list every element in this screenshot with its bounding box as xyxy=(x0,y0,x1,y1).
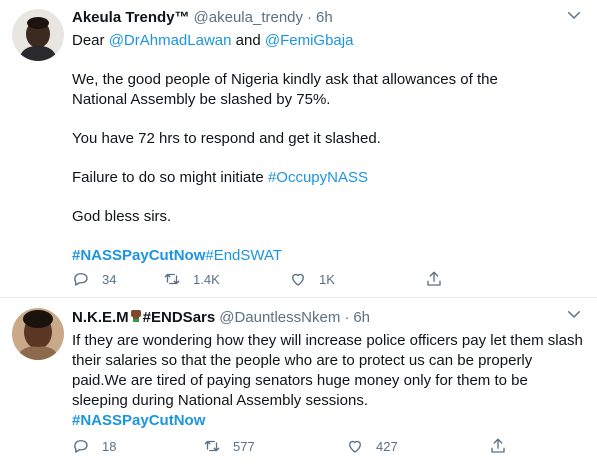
tweet-actions: 18 577 427 xyxy=(72,437,507,455)
retweet-icon xyxy=(164,273,180,285)
tweet-timestamp[interactable]: 6h xyxy=(353,308,370,328)
retweet-button[interactable]: 577 xyxy=(203,437,346,455)
reply-count: 34 xyxy=(102,271,117,287)
text-segment: Dear xyxy=(72,32,109,49)
separator-dot: · xyxy=(344,309,350,326)
share-icon xyxy=(427,271,441,286)
timeline-feed: Akeula Trendy™ @akeula_trendy · 6h Dear … xyxy=(0,0,597,468)
like-button[interactable]: 427 xyxy=(346,437,489,455)
tweet-timestamp[interactable]: 6h xyxy=(316,8,333,28)
tweet-paragraph: We, the good people of Nigeria kindly as… xyxy=(72,71,498,108)
raised-fist-emoji-icon xyxy=(129,307,143,329)
hashtag-link[interactable]: #EndSWAT xyxy=(205,247,282,264)
heart-icon xyxy=(292,273,304,286)
heart-icon xyxy=(349,440,361,453)
retweet-icon xyxy=(204,440,220,452)
tweet-text: If they are wondering how they will incr… xyxy=(72,331,587,431)
share-button[interactable] xyxy=(425,270,443,288)
author-name[interactable]: N.K.E.M xyxy=(72,308,129,328)
chevron-down-icon[interactable] xyxy=(565,305,583,323)
tweet-body: N.K.E.M #ENDSars @DauntlessNkem · 6h If … xyxy=(72,307,587,431)
author-name[interactable]: Akeula Trendy™ xyxy=(72,8,190,28)
author-name-suffix[interactable]: #ENDSars xyxy=(143,308,216,328)
tweet[interactable]: N.K.E.M #ENDSars @DauntlessNkem · 6h If … xyxy=(0,299,597,468)
reply-button[interactable]: 18 xyxy=(72,437,203,455)
share-icon xyxy=(491,438,505,453)
tweet-header: N.K.E.M #ENDSars @DauntlessNkem · 6h xyxy=(72,307,587,329)
tweet-paragraph: God bless sirs. xyxy=(72,208,172,225)
retweet-button[interactable]: 1.4K xyxy=(163,270,289,288)
tweet-text: Dear @DrAhmadLawan and @FemiGbaja We, th… xyxy=(72,31,572,266)
avatar[interactable] xyxy=(12,9,64,61)
text-segment: Failure to do so might initiate xyxy=(72,169,268,186)
like-button[interactable]: 1K xyxy=(289,270,425,288)
tweet[interactable]: Akeula Trendy™ @akeula_trendy · 6h Dear … xyxy=(0,0,597,298)
text-segment: and xyxy=(231,32,265,49)
retweet-count: 1.4K xyxy=(193,271,220,287)
reply-button[interactable]: 34 xyxy=(72,270,163,288)
tweet-paragraph: You have 72 hrs to respond and get it sl… xyxy=(72,130,381,147)
avatar[interactable] xyxy=(12,308,64,360)
hashtag-link[interactable]: #NASSPayCutNow xyxy=(72,247,205,264)
mention-link[interactable]: @DrAhmadLawan xyxy=(109,32,232,49)
share-button[interactable] xyxy=(489,437,507,455)
reply-icon xyxy=(74,440,88,453)
reply-count: 18 xyxy=(102,438,117,454)
hashtag-link[interactable]: #NASSPayCutNow xyxy=(72,412,205,429)
tweet-actions: 34 1.4K 1K xyxy=(72,270,443,288)
reply-icon xyxy=(74,273,88,286)
tweet-header: Akeula Trendy™ @akeula_trendy · 6h xyxy=(72,8,572,28)
separator-dot: · xyxy=(307,9,313,26)
hashtag-link[interactable]: #OccupyNASS xyxy=(268,169,368,186)
like-count: 427 xyxy=(376,438,398,454)
chevron-down-icon[interactable] xyxy=(565,6,583,24)
like-count: 1K xyxy=(319,271,335,287)
mention-link[interactable]: @FemiGbaja xyxy=(265,32,354,49)
tweet-paragraph: If they are wondering how they will incr… xyxy=(72,332,583,409)
tweet-body: Akeula Trendy™ @akeula_trendy · 6h Dear … xyxy=(72,8,572,266)
retweet-count: 577 xyxy=(233,438,255,454)
author-handle[interactable]: @DauntlessNkem xyxy=(219,308,340,328)
author-handle[interactable]: @akeula_trendy xyxy=(194,8,303,28)
